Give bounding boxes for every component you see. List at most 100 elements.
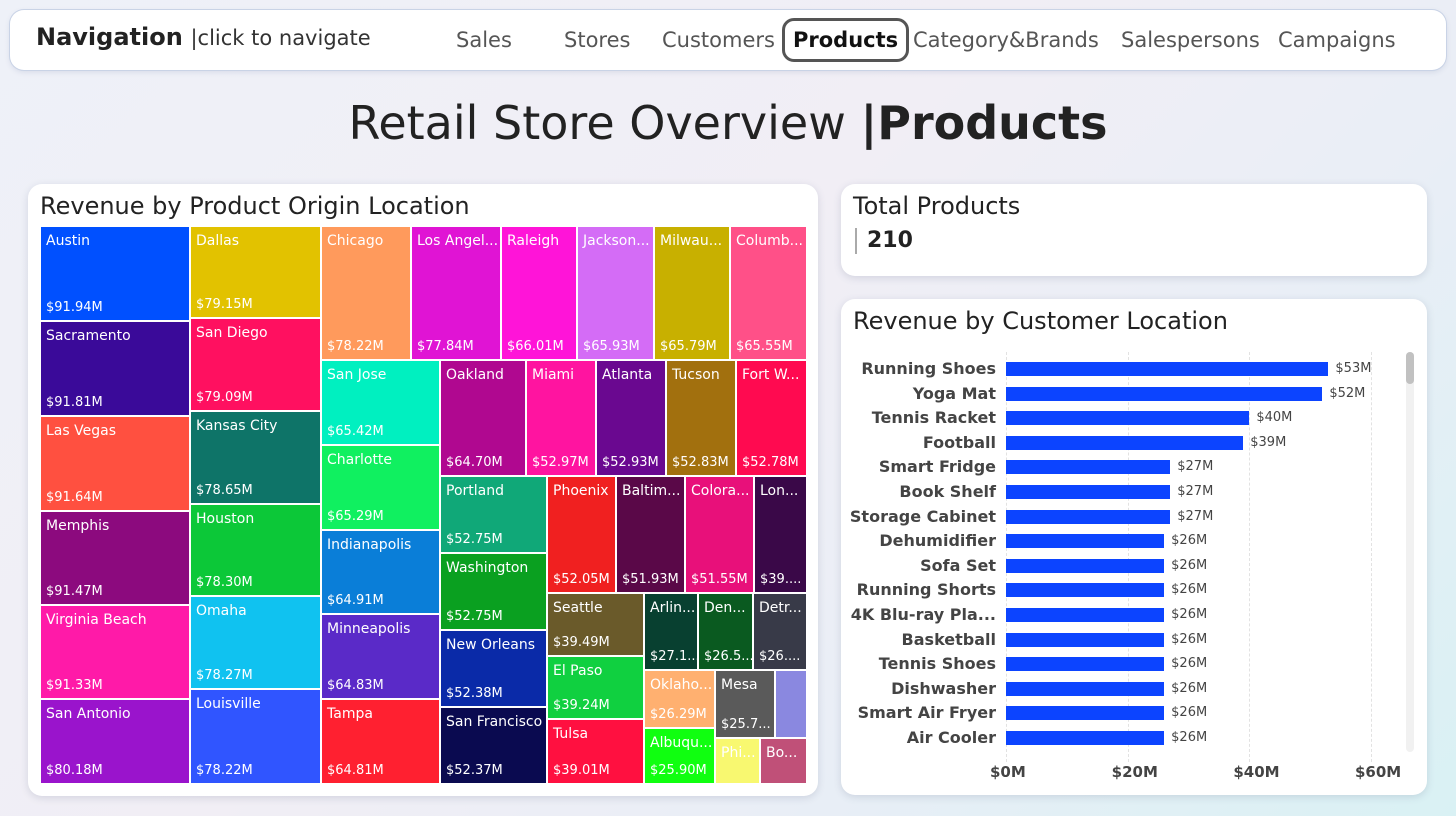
treemap-cell[interactable]: Oklaho... $26.29M <box>644 670 715 728</box>
treemap-cell[interactable]: Arlin... $27.1... <box>644 593 698 670</box>
treemap-cell[interactable]: Bo... <box>760 738 807 784</box>
kpi-value: 210 <box>855 228 913 254</box>
treemap-cell[interactable]: Mesa $25.7... <box>715 670 775 738</box>
bar-value-label: $53M <box>1335 361 1372 376</box>
treemap-cell[interactable]: Virginia Beach $91.33M <box>40 605 190 699</box>
treemap-cell[interactable]: Tucson $52.83M <box>666 360 736 476</box>
x-tick-label: $0M <box>990 763 1026 781</box>
treemap-cell[interactable]: Raleigh $66.01M <box>501 226 577 360</box>
treemap-cell[interactable]: Miami $52.97M <box>526 360 596 476</box>
treemap-cell[interactable]: Tulsa $39.01M <box>547 719 644 784</box>
treemap-cell[interactable]: Tampa $64.81M <box>321 699 440 784</box>
bar-category-label: Tennis Shoes <box>878 654 996 674</box>
chart-scrollbar[interactable] <box>1406 352 1414 752</box>
bar[interactable] <box>1006 558 1165 573</box>
treemap-cell[interactable]: Houston $78.30M <box>190 504 321 596</box>
treemap-cell-value: $51.55M <box>691 572 748 587</box>
treemap-cell[interactable]: Kansas City $78.65M <box>190 411 321 504</box>
treemap-cell[interactable]: Austin $91.94M <box>40 226 190 321</box>
treemap-cell-value: $51.93M <box>622 572 679 587</box>
kpi-card: Total Products 210 <box>841 184 1427 276</box>
bar[interactable] <box>1006 435 1244 450</box>
treemap-cell[interactable]: New Orleans $52.38M <box>440 630 547 707</box>
treemap-cell[interactable]: San Francisco $52.37M <box>440 707 547 784</box>
treemap-cell[interactable]: Albuqu... $25.90M <box>644 728 715 784</box>
treemap-cell[interactable]: Sacramento $91.81M <box>40 321 190 416</box>
nav-salespersons[interactable]: Salespersons <box>1121 28 1260 52</box>
bar[interactable] <box>1006 608 1165 622</box>
treemap-cell-label: Sacramento <box>46 328 131 344</box>
treemap-cell-label: Columb... <box>736 233 803 249</box>
treemap-cell[interactable]: Chicago $78.22M <box>321 226 411 360</box>
treemap-cell-label: Los Angel... <box>417 233 499 249</box>
treemap-cell[interactable]: Las Vegas $91.64M <box>40 416 190 511</box>
treemap-cell[interactable]: San Jose $65.42M <box>321 360 440 445</box>
navigation-title: Navigation |click to navigate <box>36 23 371 51</box>
treemap-cell-value: $52.05M <box>553 572 610 587</box>
bar[interactable] <box>1006 534 1165 549</box>
page-title-main: Retail Store Overview <box>348 96 861 150</box>
treemap-cell-label: Charlotte <box>327 452 393 468</box>
bar[interactable] <box>1006 411 1250 426</box>
treemap-cell[interactable]: Seattle $39.49M <box>547 593 644 656</box>
treemap-cell[interactable]: El Paso $39.24M <box>547 656 644 719</box>
treemap-cell[interactable]: Indianapolis $64.91M <box>321 530 440 614</box>
treemap-cell[interactable]: Oakland $64.70M <box>440 360 526 476</box>
chart-scrollbar-thumb[interactable] <box>1406 352 1414 384</box>
treemap-cell-label: San Francisco <box>446 714 543 730</box>
treemap-cell[interactable]: Omaha $78.27M <box>190 596 321 689</box>
nav-customers[interactable]: Customers <box>662 28 775 52</box>
bar[interactable] <box>1006 681 1165 696</box>
treemap-cell-label: Tulsa <box>553 726 589 742</box>
treemap-cell[interactable]: Los Angel... $77.84M <box>411 226 501 360</box>
treemap-cell[interactable]: Memphis $91.47M <box>40 511 190 605</box>
treemap-cell[interactable]: Fort W... $52.78M <box>736 360 807 476</box>
treemap-cell[interactable]: San Antonio $80.18M <box>40 699 190 784</box>
nav-products[interactable]: Products <box>782 18 910 62</box>
bar[interactable] <box>1006 632 1165 647</box>
treemap-cell[interactable]: Washington $52.75M <box>440 553 547 630</box>
x-tick-label: $20M <box>1111 763 1158 781</box>
treemap-cell-value: $52.93M <box>602 455 659 470</box>
treemap-cell[interactable]: Atlanta $52.93M <box>596 360 666 476</box>
bar[interactable] <box>1006 706 1165 721</box>
bar-value-label: $52M <box>1329 385 1366 401</box>
treemap-cell[interactable]: San Diego $79.09M <box>190 318 321 411</box>
treemap-cell[interactable] <box>775 670 807 738</box>
bar-category-label: Yoga Mat <box>912 383 996 403</box>
nav-sales[interactable]: Sales <box>456 28 512 52</box>
bar-category-label: Running Shoes <box>861 359 996 378</box>
treemap-cell[interactable]: Dallas $79.15M <box>190 226 321 318</box>
bar[interactable] <box>1006 657 1165 672</box>
treemap-cell[interactable]: Colora... $51.55M <box>685 476 754 593</box>
treemap-cell[interactable]: Milwau... $65.79M <box>654 226 730 360</box>
treemap-cell-value: $25.90M <box>650 763 707 778</box>
bar-value-label: $26M <box>1171 582 1208 598</box>
bar[interactable] <box>1006 460 1171 475</box>
bar[interactable] <box>1006 386 1323 401</box>
treemap-cell[interactable]: Minneapolis $64.83M <box>321 614 440 699</box>
treemap-cell[interactable]: Phi... <box>715 738 760 784</box>
treemap-cell-value: $91.81M <box>46 395 103 410</box>
treemap-cell[interactable]: Phoenix $52.05M <box>547 476 616 593</box>
treemap-cell[interactable]: Columb... $65.55M <box>730 226 807 360</box>
bar[interactable] <box>1006 485 1171 499</box>
treemap-cell-label: Den... <box>704 600 746 616</box>
treemap-cell-value: $39.49M <box>553 635 610 650</box>
bar[interactable] <box>1006 583 1165 598</box>
treemap-cell[interactable]: Charlotte $65.29M <box>321 445 440 530</box>
bar[interactable] <box>1006 362 1329 376</box>
nav-category-brands[interactable]: Category&Brands <box>913 28 1099 52</box>
treemap-cell[interactable]: Detr... $26.... <box>753 593 807 670</box>
treemap-cell[interactable]: Louisville $78.22M <box>190 689 321 784</box>
treemap-cell[interactable]: Portland $52.75M <box>440 476 547 553</box>
bar[interactable] <box>1006 731 1165 745</box>
treemap-cell[interactable]: Lon... $39.... <box>754 476 807 593</box>
treemap-cell[interactable]: Baltim... $51.93M <box>616 476 685 593</box>
bar[interactable] <box>1006 509 1171 524</box>
treemap-cell-value: $78.22M <box>327 339 384 354</box>
nav-stores[interactable]: Stores <box>564 28 630 52</box>
nav-campaigns[interactable]: Campaigns <box>1278 28 1396 52</box>
treemap-cell[interactable]: Den... $26.5... <box>698 593 753 670</box>
treemap-cell[interactable]: Jackson... $65.93M <box>577 226 654 360</box>
